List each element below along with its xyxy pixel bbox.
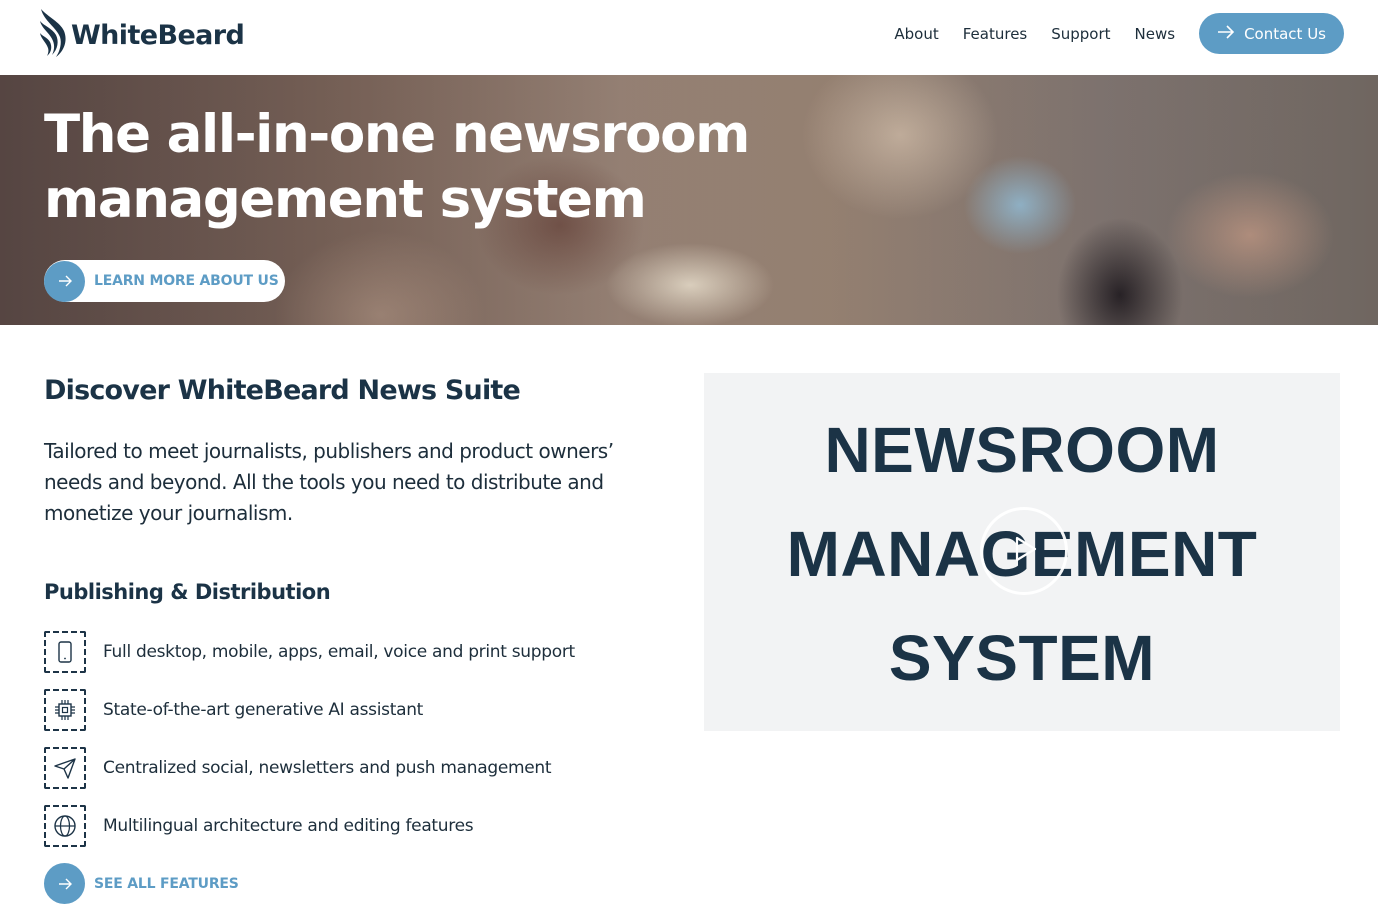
list-item: Centralized social, newsletters and push…	[44, 739, 575, 797]
list-item: State-of-the-art generative AI assistant	[44, 681, 575, 739]
nav-features[interactable]: Features	[963, 25, 1028, 43]
see-all-features-button[interactable]: SEE ALL FEATURES	[44, 863, 239, 904]
nav-about[interactable]: About	[894, 25, 938, 43]
publishing-title: Publishing & Distribution	[44, 580, 331, 604]
nav-support[interactable]: Support	[1051, 25, 1110, 43]
arrow-right-icon	[44, 863, 85, 904]
hero-banner: The all-in-one newsroom management syste…	[0, 75, 1378, 325]
feature-text: Full desktop, mobile, apps, email, voice…	[103, 642, 575, 662]
nav-news[interactable]: News	[1135, 25, 1176, 43]
discover-title: Discover WhiteBeard News Suite	[44, 375, 521, 406]
video-title-line-1: NEWSROOM	[824, 414, 1220, 486]
whitebeard-wing-icon	[38, 7, 68, 63]
learn-more-button[interactable]: LEARN MORE ABOUT US	[44, 260, 285, 302]
discover-description: Tailored to meet journalists, publishers…	[44, 439, 614, 525]
hero-title-line-2: management system	[44, 169, 647, 230]
feature-text: State-of-the-art generative AI assistant	[103, 700, 424, 720]
video-title-line-3: SYSTEM	[888, 622, 1156, 694]
list-item: Full desktop, mobile, apps, email, voice…	[44, 623, 575, 681]
arrow-right-icon	[1217, 24, 1244, 43]
feature-text: Centralized social, newsletters and push…	[103, 758, 552, 778]
site-header: WhiteBeard About Features Support News C…	[0, 0, 1378, 75]
contact-us-button[interactable]: Contact Us	[1199, 13, 1344, 54]
see-all-features-label: SEE ALL FEATURES	[94, 875, 239, 892]
feature-list: Full desktop, mobile, apps, email, voice…	[44, 623, 575, 855]
logo[interactable]: WhiteBeard	[38, 7, 245, 63]
learn-more-label: LEARN MORE ABOUT US	[94, 273, 279, 289]
arrow-right-icon	[44, 260, 85, 302]
brand-name: WhiteBeard	[71, 19, 245, 51]
send-icon	[44, 747, 86, 789]
globe-icon	[44, 805, 86, 847]
play-icon	[1007, 532, 1041, 570]
mobile-icon	[44, 631, 86, 673]
play-button[interactable]	[980, 507, 1068, 595]
hero-title: The all-in-one newsroom management syste…	[44, 102, 764, 232]
feature-text: Multilingual architecture and editing fe…	[103, 816, 474, 836]
contact-us-label: Contact Us	[1244, 24, 1326, 43]
hero-title-line-1: The all-in-one newsroom	[44, 104, 750, 165]
main-nav: About Features Support News Contact Us	[894, 0, 1344, 67]
list-item: Multilingual architecture and editing fe…	[44, 797, 575, 855]
chip-icon	[44, 689, 86, 731]
video-player[interactable]: NEWSROOM MANAGEMENT SYSTEM	[704, 373, 1340, 731]
